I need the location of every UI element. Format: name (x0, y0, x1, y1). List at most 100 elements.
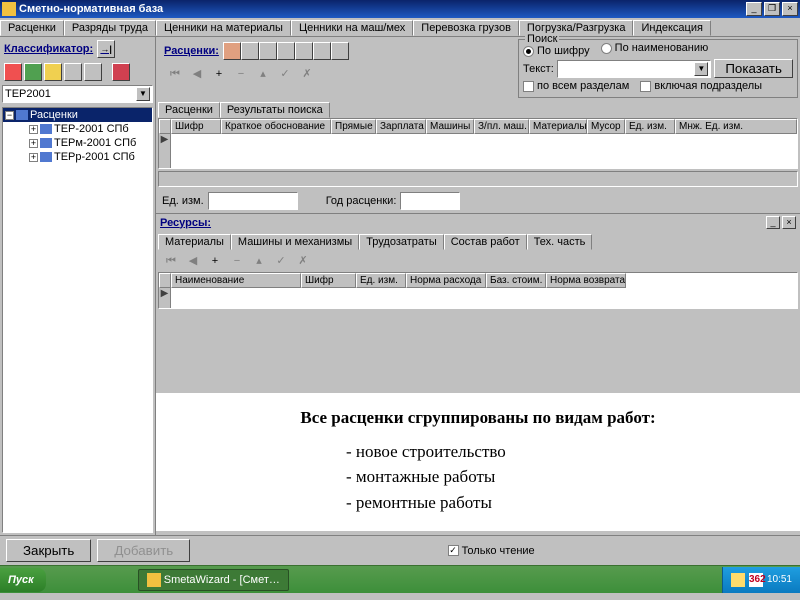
col-header[interactable]: Норма возврата (546, 273, 626, 288)
quicklaunch-icon[interactable] (113, 570, 133, 590)
minimize-button[interactable]: _ (746, 2, 762, 16)
panel-close-button[interactable]: × (782, 216, 796, 229)
taskbar-app-button[interactable]: SmetaWizard - [Смет… (138, 569, 289, 591)
tool-icon[interactable] (112, 63, 130, 81)
nav-add-icon[interactable]: + (208, 254, 222, 268)
quicklaunch-icon[interactable] (47, 570, 67, 590)
start-button[interactable]: Пуск (0, 568, 46, 592)
classifier-combo[interactable]: ТЕР2001 ▼ (2, 85, 153, 103)
col-header[interactable]: Ед. изм. (356, 273, 406, 288)
radio-by-name[interactable]: По наименованию (601, 42, 709, 54)
tab-indexation[interactable]: Индексация (633, 20, 710, 36)
nav-add-icon[interactable]: + (212, 67, 226, 81)
tab-cargo[interactable]: Перевозка грузов (413, 20, 519, 36)
add-button[interactable]: Добавить (97, 539, 190, 562)
tool-icon[interactable] (24, 63, 42, 81)
close-window-button[interactable]: Закрыть (6, 539, 91, 562)
nav-edit-icon[interactable]: ▴ (252, 254, 266, 268)
panel-min-button[interactable]: _ (766, 216, 780, 229)
radio-icon[interactable] (523, 46, 534, 57)
nav-prev-icon[interactable]: ◀ (190, 67, 204, 81)
checkbox-icon[interactable] (523, 81, 534, 92)
quicklaunch-icon[interactable] (91, 570, 111, 590)
restab-composition[interactable]: Состав работ (444, 234, 527, 250)
tree-root[interactable]: − Расценки (3, 108, 152, 122)
tool-icon[interactable] (313, 42, 331, 60)
collapse-icon[interactable]: − (5, 111, 14, 120)
tool-icon[interactable] (44, 63, 62, 81)
nav-del-icon[interactable]: − (230, 254, 244, 268)
nav-ok-icon[interactable]: ✓ (278, 67, 292, 81)
tool-icon[interactable] (277, 42, 295, 60)
tool-icon[interactable] (241, 42, 259, 60)
tool-icon[interactable] (84, 63, 102, 81)
expand-icon[interactable]: + (29, 153, 38, 162)
tab-prices-machines[interactable]: Ценники на маш/мех (291, 20, 413, 36)
expand-icon[interactable]: + (29, 125, 38, 134)
col-header[interactable]: З/пл. маш. (474, 119, 529, 134)
unit-input[interactable] (208, 192, 298, 210)
radio-by-code[interactable]: По шифру (523, 45, 590, 57)
tool-icon[interactable] (331, 42, 349, 60)
chevron-down-icon[interactable]: ▼ (136, 87, 150, 101)
col-header[interactable]: Ед. изм. (625, 119, 675, 134)
tool-icon[interactable] (64, 63, 82, 81)
rates-grid[interactable]: Шифр Краткое обоснование Прямые Зарплата… (158, 118, 798, 169)
col-header[interactable]: Баз. стоим. (486, 273, 546, 288)
col-header[interactable]: Шифр (171, 119, 221, 134)
tree-child[interactable]: + ТЕРм-2001 СПб (3, 136, 152, 150)
tool-icon[interactable] (4, 63, 22, 81)
col-header[interactable]: Материалы (529, 119, 587, 134)
restab-materials[interactable]: Материалы (158, 234, 231, 250)
nav-first-icon[interactable]: ⏮ (168, 67, 182, 81)
col-header[interactable]: Краткое обоснование (221, 119, 331, 134)
subtab-results[interactable]: Результаты поиска (220, 102, 330, 118)
restore-button[interactable]: ❐ (764, 2, 780, 16)
check-subsections[interactable]: включая подразделы (640, 80, 762, 92)
chevron-down-icon[interactable]: ▼ (694, 62, 708, 76)
col-header[interactable]: Шифр (301, 273, 356, 288)
nav-cancel-icon[interactable]: ✗ (296, 254, 310, 268)
expand-icon[interactable]: + (29, 139, 38, 148)
resources-grid[interactable]: Наименование Шифр Ед. изм. Норма расхода… (158, 272, 798, 309)
col-header[interactable]: Норма расхода (406, 273, 486, 288)
search-text-combo[interactable]: ▼ (557, 60, 712, 78)
radio-icon[interactable] (601, 43, 612, 54)
nav-del-icon[interactable]: − (234, 67, 248, 81)
classifier-toggle-button[interactable]: →| (97, 40, 115, 58)
tab-prices-materials[interactable]: Ценники на материалы (156, 20, 291, 36)
tool-icon[interactable] (259, 42, 277, 60)
scroll-area[interactable] (158, 171, 798, 187)
nav-first-icon[interactable]: ⏮ (164, 254, 178, 268)
tray-lang-icon[interactable]: 362 (749, 573, 763, 587)
col-header[interactable]: Зарплата (376, 119, 426, 134)
tool-icon[interactable] (295, 42, 313, 60)
col-header[interactable]: Прямые (331, 119, 376, 134)
tab-labor-grades[interactable]: Разряды труда (64, 20, 156, 36)
col-header[interactable]: Машины (426, 119, 474, 134)
tool-icon[interactable] (223, 42, 241, 60)
system-tray[interactable]: 362 10:51 (722, 567, 800, 593)
checkbox-icon[interactable]: ✓ (448, 545, 459, 556)
show-button[interactable]: Показать (714, 59, 793, 78)
col-header[interactable]: Мусор (587, 119, 625, 134)
readonly-check[interactable]: ✓ Только чтение (448, 545, 535, 557)
restab-labor[interactable]: Трудозатраты (359, 234, 444, 250)
nav-edit-icon[interactable]: ▴ (256, 67, 270, 81)
subtab-rates[interactable]: Расценки (158, 102, 220, 118)
classifier-tree[interactable]: − Расценки + ТЕР-2001 СПб + ТЕРм-2001 СП… (2, 107, 153, 533)
restab-tech[interactable]: Тех. часть (527, 234, 593, 250)
year-input[interactable] (400, 192, 460, 210)
col-header[interactable]: Мнж. Ед. изм. (675, 119, 797, 134)
nav-ok-icon[interactable]: ✓ (274, 254, 288, 268)
nav-prev-icon[interactable]: ◀ (186, 254, 200, 268)
tree-child[interactable]: + ТЕРр-2001 СПб (3, 150, 152, 164)
nav-cancel-icon[interactable]: ✗ (300, 67, 314, 81)
close-button[interactable]: × (782, 2, 798, 16)
tab-rates[interactable]: Расценки (0, 20, 64, 36)
col-header[interactable]: Наименование (171, 273, 301, 288)
checkbox-icon[interactable] (640, 81, 651, 92)
quicklaunch-icon[interactable] (69, 570, 89, 590)
tray-icon[interactable] (731, 573, 745, 587)
restab-machines[interactable]: Машины и механизмы (231, 234, 359, 250)
